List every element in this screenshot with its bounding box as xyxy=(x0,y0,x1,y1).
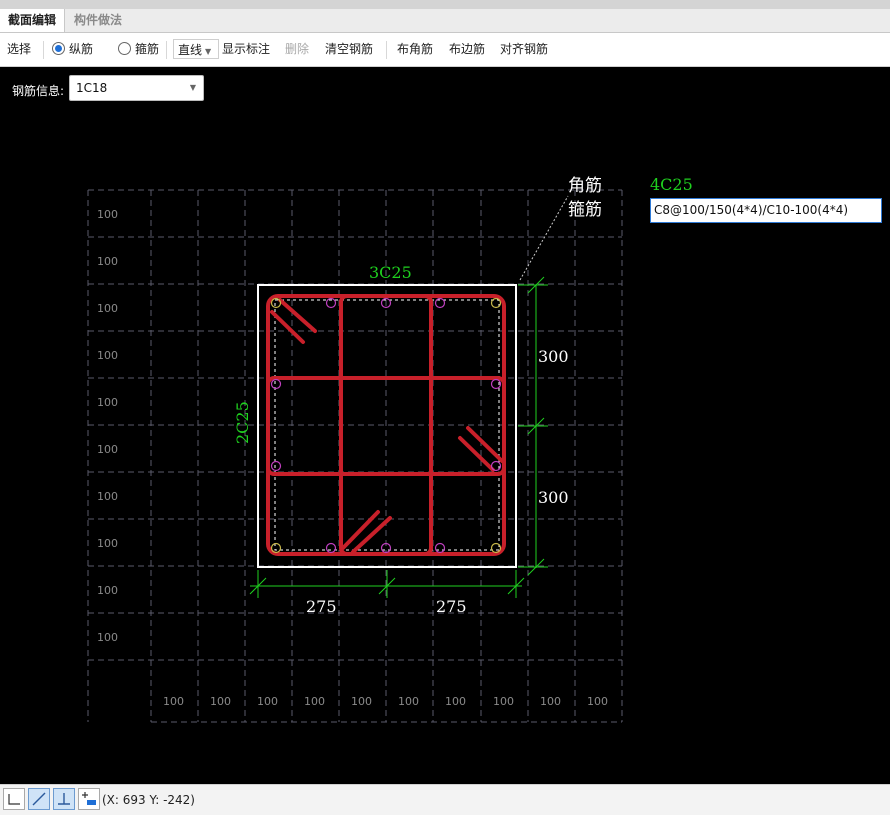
grid-row-label: 100 xyxy=(97,302,118,315)
status-bar: (X: 693 Y: -242) xyxy=(0,784,890,815)
show-label-button[interactable]: 显示标注 xyxy=(222,33,270,66)
toolbar-divider xyxy=(166,41,167,59)
dim-bottom-left: 275 xyxy=(306,597,337,616)
perpendicular-icon[interactable] xyxy=(53,788,75,810)
grid-col-label: 100 xyxy=(257,695,278,708)
grid-row-label: 100 xyxy=(97,208,118,221)
title-strip xyxy=(0,0,890,9)
edge-bar[interactable] xyxy=(325,542,337,554)
delete-button[interactable]: 删除 xyxy=(285,33,309,66)
stirrup-spec-input[interactable]: C8@100/150(4*4)/C10-100(4*4) xyxy=(650,198,882,223)
grid-col-label: 100 xyxy=(163,695,184,708)
grid-row-label: 100 xyxy=(97,396,118,409)
line-mode-dropdown[interactable]: 直线 ▼ xyxy=(173,33,219,66)
align-rebar-button[interactable]: 对齐钢筋 xyxy=(500,33,548,66)
radio-unchecked-icon xyxy=(118,42,131,55)
grid-col-label: 100 xyxy=(304,695,325,708)
toolbar-divider xyxy=(43,41,44,59)
dim-bottom-right: 275 xyxy=(436,597,467,616)
grid-col-label: 100 xyxy=(210,695,231,708)
edge-bar[interactable] xyxy=(434,542,446,554)
grid-row-label: 100 xyxy=(97,443,118,456)
corner-rebar-spec[interactable]: 4C25 xyxy=(650,175,693,194)
dim-right-lower: 300 xyxy=(538,488,569,507)
chevron-down-icon: ▼ xyxy=(205,47,212,56)
toolbar: 选择 纵筋 箍筋 直线 ▼ 显示标注 删除 清空钢筋 布角筋 布边筋 对齐钢筋 xyxy=(0,33,890,67)
edge-rebar-button[interactable]: 布边筋 xyxy=(449,33,485,66)
snap-plus-icon[interactable] xyxy=(78,788,100,810)
longitudinal-radio[interactable]: 纵筋 xyxy=(52,33,93,66)
leader-line xyxy=(519,195,569,281)
edge-bar[interactable] xyxy=(270,460,282,472)
tab-section-edit[interactable]: 截面编辑 xyxy=(0,9,66,32)
grid-row-label: 100 xyxy=(97,490,118,503)
tab-bar: 截面编辑 构件做法 xyxy=(0,9,890,33)
corner-rebar-button[interactable]: 布角筋 xyxy=(397,33,433,66)
grid-row-label: 100 xyxy=(97,537,118,550)
line-draw-icon[interactable] xyxy=(28,788,50,810)
grid-col-label: 100 xyxy=(587,695,608,708)
grid-row-label: 100 xyxy=(97,255,118,268)
tab-component-method[interactable]: 构件做法 xyxy=(66,9,130,32)
grid-col-label: 100 xyxy=(445,695,466,708)
grid-col-label: 100 xyxy=(351,695,372,708)
stirrup-radio[interactable]: 箍筋 xyxy=(118,33,159,66)
grid-row-labels: 100 100 100 100 100 100 100 100 100 100 xyxy=(97,208,118,644)
dim-right-upper: 300 xyxy=(538,347,569,366)
grid-row-label: 100 xyxy=(97,631,118,644)
stirrup-hook xyxy=(351,516,392,554)
line-mode-value: 直线 xyxy=(178,43,203,57)
stirrup-hook xyxy=(458,436,495,472)
column-outline[interactable] xyxy=(257,284,517,568)
corner-bar[interactable] xyxy=(490,297,502,309)
cursor-coordinates: (X: 693 Y: -242) xyxy=(102,793,195,807)
corner-bar[interactable] xyxy=(490,542,502,554)
stirrup-hook xyxy=(466,426,504,463)
select-button[interactable]: 选择 xyxy=(7,33,31,66)
corner-rebar-label: 角筋 xyxy=(568,176,602,196)
clear-rebar-button[interactable]: 清空钢筋 xyxy=(325,33,373,66)
grid-col-label: 100 xyxy=(493,695,514,708)
longitudinal-radio-label: 纵筋 xyxy=(69,42,94,56)
drawing-canvas[interactable]: 100100100100100100100100100100 100 100 100… xyxy=(0,66,890,784)
toolbar-divider xyxy=(386,41,387,59)
top-edge-rebar-spec[interactable]: 3C25 xyxy=(369,263,412,282)
stirrup-radio-label: 箍筋 xyxy=(135,42,160,56)
edge-bar[interactable] xyxy=(270,378,282,390)
reference-grid xyxy=(87,189,623,723)
grid-col-label: 100 xyxy=(540,695,561,708)
grid-row-label: 100 xyxy=(97,584,118,597)
stirrup-rebar-label: 箍筋 xyxy=(568,200,602,220)
orthogonal-mode-icon[interactable] xyxy=(3,788,25,810)
corner-bar[interactable] xyxy=(270,542,282,554)
grid-col-label: 100 xyxy=(398,695,419,708)
radio-checked-icon xyxy=(52,42,65,55)
grid-row-label: 100 xyxy=(97,349,118,362)
side-edge-rebar-spec[interactable]: 2C25 xyxy=(233,401,252,444)
